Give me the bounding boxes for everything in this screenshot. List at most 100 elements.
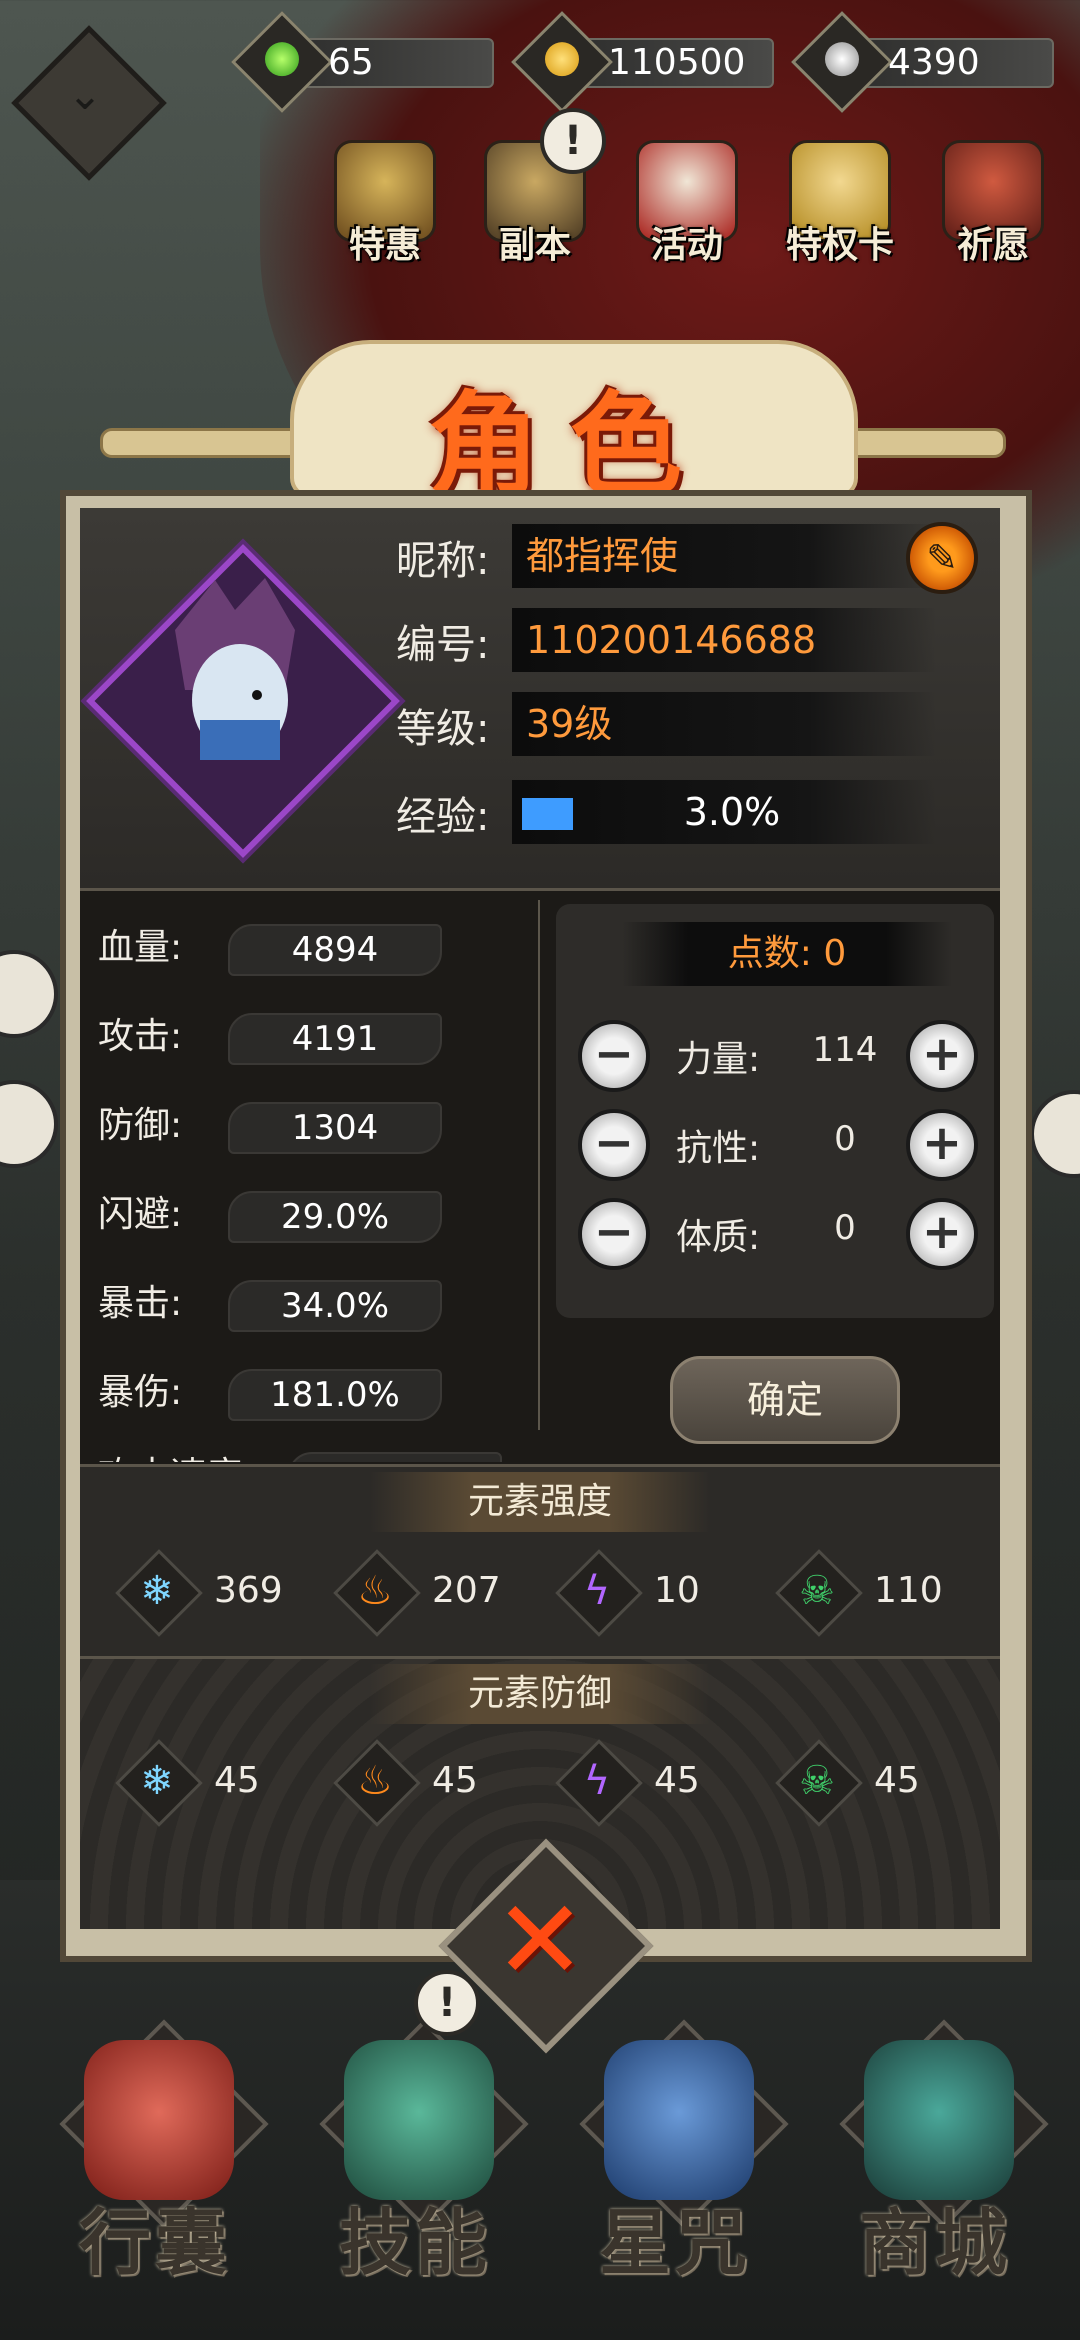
decrease-constitution-button[interactable]: − [578,1198,650,1270]
menu-wish-label: 祈愿 [956,225,1029,266]
stat-name: 血量: [98,927,183,968]
alert-icon: ! [540,108,606,174]
currency-jade[interactable]: 65 [231,11,494,113]
element-value: 10 [654,1570,700,1611]
point-value: 114 [812,1030,878,1070]
stat-value: 1304 [228,1102,442,1154]
stat-name: 攻击: [98,1016,183,1057]
menu-wish[interactable]: 祈愿 [938,140,1048,270]
avatar[interactable] [145,570,325,810]
nickname-value: 都指挥使 [512,524,936,588]
level-label: 等级: [396,706,490,752]
currency-gold[interactable]: 110500 [511,11,774,113]
stats-divider [538,900,540,1430]
side-bubble-left-2[interactable] [0,1080,58,1168]
stat-value: 253.0% [288,1452,502,1462]
point-value: 0 [834,1119,856,1159]
increase-strength-button[interactable]: + [906,1020,978,1092]
close-icon: ✕ [493,1876,587,2004]
nickname-label: 昵称: [396,538,490,584]
element-defense-lightning: ϟ 45 [555,1739,750,1827]
lightning-icon: ϟ [583,1758,611,1804]
id-label: 编号: [396,622,490,668]
currency-silver-value: 4390 [888,42,980,83]
side-bubble-right[interactable] [1030,1090,1080,1178]
nav-bag[interactable]: 行囊 [50,2019,269,2320]
stat-name: 攻击速度 [98,1450,242,1462]
stat-name: 暴伤: [98,1372,183,1413]
element-strength-fire: ♨ 207 [333,1549,528,1637]
stat-value: 4191 [228,1013,442,1065]
increase-resistance-button[interactable]: + [906,1109,978,1181]
nav-skills[interactable]: 技能 [310,2019,529,2320]
side-bubble-left-1[interactable] [0,950,58,1038]
increase-constitution-button[interactable]: + [906,1198,978,1270]
element-strength-poison: ☠ 110 [775,1549,970,1637]
point-name: 体质: [676,1217,761,1258]
currency-gold-value: 110500 [608,42,746,83]
star-map-icon [604,2040,754,2200]
stat-name: 闪避: [98,1194,183,1235]
minus-icon: − [593,1204,635,1260]
stat-value: 29.0% [228,1191,442,1243]
element-value: 45 [654,1760,700,1801]
exp-value: 3.0% [683,790,781,834]
menu-events-label: 活动 [650,225,723,266]
plus-icon: + [921,1115,963,1171]
menu-privilege-card[interactable]: 特权卡 [785,140,895,270]
point-value: 0 [834,1208,856,1248]
decrease-strength-button[interactable]: − [578,1020,650,1092]
menu-special-offer[interactable]: 特惠 [330,140,440,270]
stats-list[interactable]: 血量: 4894 攻击: 4191 防御: 1304 闪避: 29.0% 暴击:… [80,892,540,1462]
currency-silver[interactable]: 4390 [791,11,1054,113]
menu-events[interactable]: 活动 [632,140,742,270]
element-strength-lightning: ϟ 10 [555,1549,750,1637]
decrease-resistance-button[interactable]: − [578,1109,650,1181]
element-defense-poison: ☠ 45 [775,1739,970,1827]
level-value: 39级 [512,692,936,756]
poison-skull-icon: ☠ [799,1568,835,1614]
ice-icon: ❄ [140,1568,174,1614]
menu-dungeon-label: 副本 [498,225,571,266]
poison-skull-icon: ☠ [799,1758,835,1804]
nav-shop[interactable]: 商城 [830,2019,1049,2320]
stat-name: 防御: [98,1105,183,1146]
nav-star-spell-label: 星咒 [598,2201,751,2285]
element-defense-fire: ♨ 45 [333,1739,528,1827]
element-defense-title: 元素防御 [370,1664,710,1724]
stat-name: 暴击: [98,1283,183,1324]
fire-icon: ♨ [357,1568,393,1614]
minus-icon: − [593,1115,635,1171]
plus-icon: + [921,1204,963,1260]
lightning-icon: ϟ [583,1568,611,1614]
menu-special-offer-label: 特惠 [348,225,421,266]
confirm-button[interactable]: 确定 [670,1356,900,1444]
stat-value: 4894 [228,924,442,976]
element-value: 45 [432,1760,478,1801]
nav-star-spell[interactable]: 星咒 [570,2019,789,2320]
element-value: 110 [874,1570,943,1611]
exp-label: 经验: [396,794,490,840]
stat-value: 34.0% [228,1280,442,1332]
chevron-down-icon: ⌄ [67,70,103,119]
fire-icon: ♨ [357,1758,393,1804]
menu-privilege-card-label: 特权卡 [785,225,894,266]
element-strength-ice: ❄ 369 [115,1549,310,1637]
stat-value: 181.0% [228,1369,442,1421]
bag-icon [84,2040,234,2200]
points-remaining: 点数: 0 [622,922,952,986]
pencil-icon: ✎ [926,536,958,580]
shop-icon [864,2040,1014,2200]
id-value: 110200146688 [512,608,936,672]
element-strength-title: 元素强度 [370,1472,710,1532]
point-name: 抗性: [676,1128,761,1169]
nav-skills-label: 技能 [338,2201,491,2285]
element-value: 369 [214,1570,283,1611]
alert-icon: ! [414,1970,480,2036]
edit-nickname-button[interactable]: ✎ [906,522,978,594]
nav-shop-label: 商城 [858,2201,1011,2285]
element-value: 207 [432,1570,501,1611]
point-name: 力量: [676,1039,761,1080]
nav-bag-label: 行囊 [78,2201,231,2285]
element-value: 45 [874,1760,920,1801]
